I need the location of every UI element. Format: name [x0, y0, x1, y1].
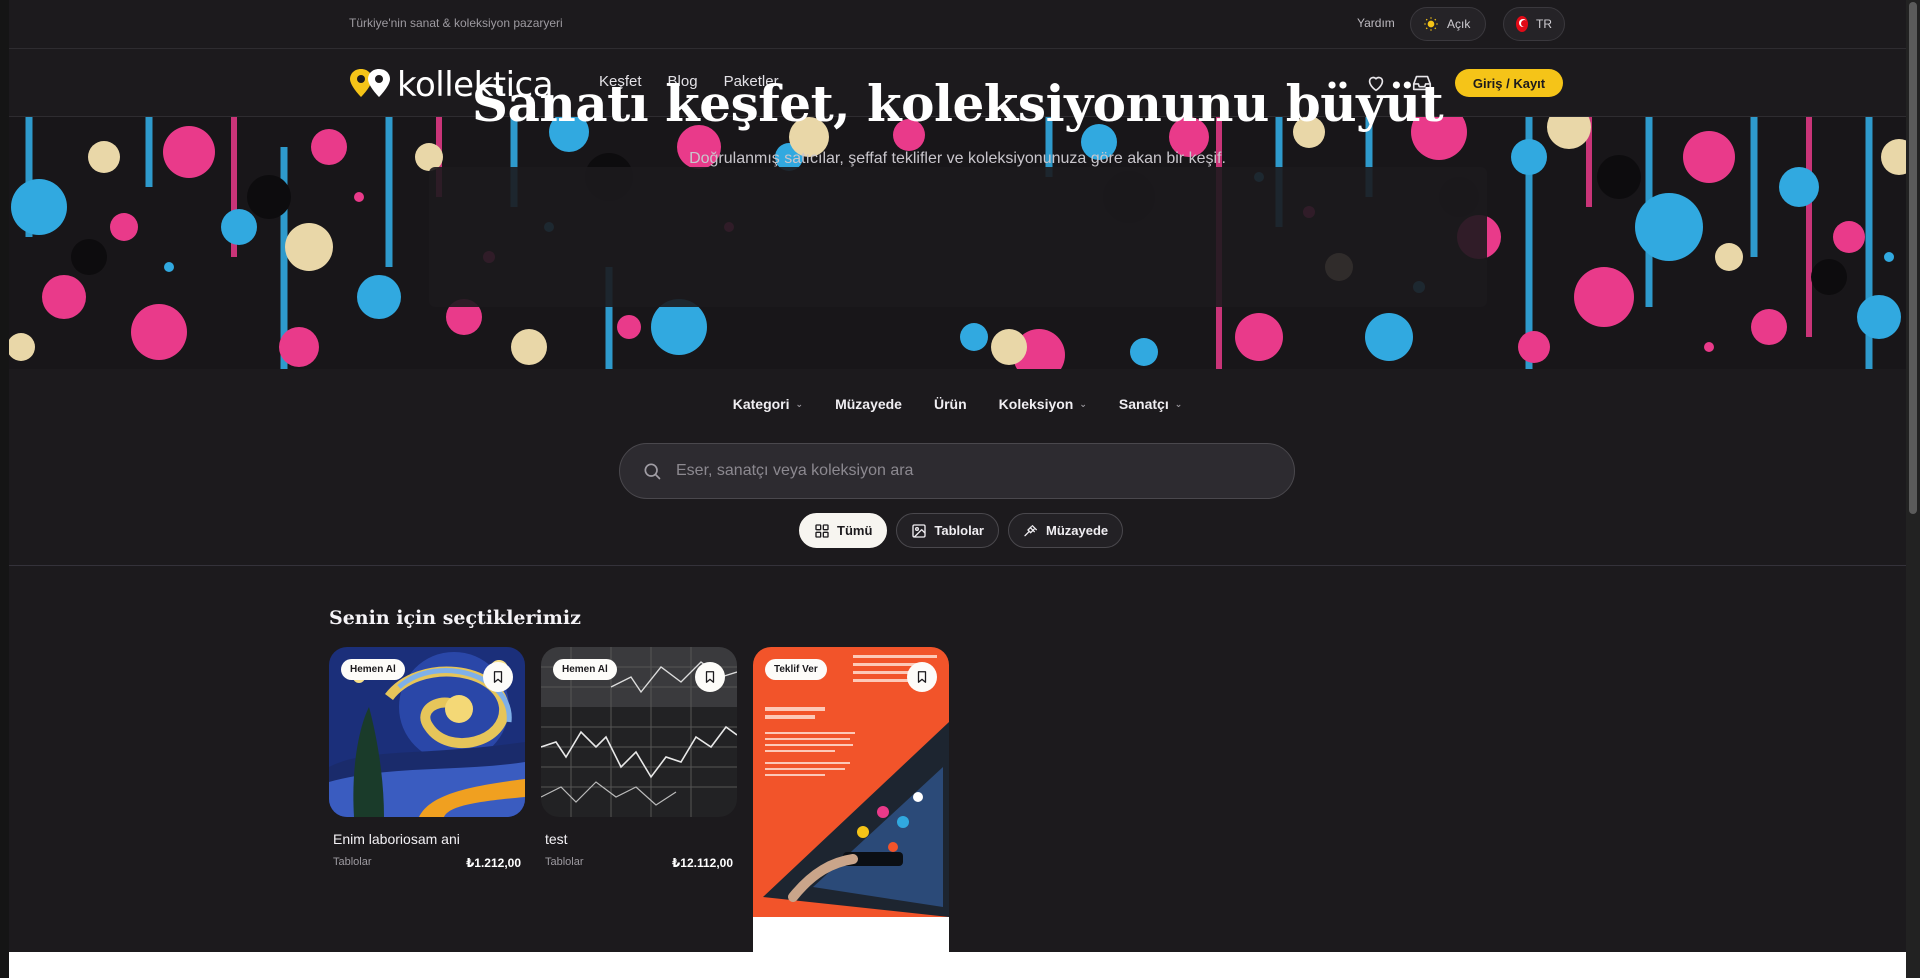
- language-button[interactable]: TR: [1503, 7, 1565, 41]
- bookmark-button[interactable]: [695, 662, 725, 692]
- top-utility-bar: Türkiye'nin sanat & koleksiyon pazaryeri…: [9, 0, 1906, 49]
- product-category: Tablolar: [333, 856, 372, 868]
- search-icon: [644, 463, 661, 480]
- chevron-down-icon: ⌄: [795, 398, 804, 409]
- chip-paintings-label: Tablolar: [934, 523, 984, 538]
- tab-sanatci-label: Sanatçı: [1118, 396, 1169, 412]
- product-category: Tablolar: [545, 856, 584, 868]
- artwork-thumbnail: [753, 647, 949, 952]
- sun-icon: [1424, 17, 1438, 31]
- theme-toggle-button[interactable]: Açık: [1410, 7, 1486, 41]
- scrollbar-thumb[interactable]: [1909, 2, 1917, 514]
- chevron-down-icon: ⌄: [1079, 398, 1087, 409]
- product-card[interactable]: Teklif Ver: [753, 647, 949, 952]
- image-icon: [912, 523, 927, 538]
- chip-paintings[interactable]: Tablolar: [896, 513, 999, 548]
- product-title[interactable]: test: [541, 831, 737, 847]
- turkish-flag-icon: [1516, 16, 1528, 32]
- product-card[interactable]: Hemen Al Enim laboriosam ani Tablolar ₺1…: [329, 647, 525, 870]
- gavel-icon: [1024, 524, 1037, 536]
- tab-kategori-label: Kategori: [732, 396, 790, 412]
- product-price: ₺12.112,00: [671, 856, 733, 870]
- product-card[interactable]: Hemen Al test Tablolar ₺12.112,00: [541, 647, 737, 870]
- tab-muzayede[interactable]: Müzayede: [835, 396, 902, 412]
- tab-koleksiyon[interactable]: Koleksiyon ⌄: [999, 396, 1087, 412]
- theme-label: Açık: [1447, 17, 1471, 31]
- site-tagline: Türkiye'nin sanat & koleksiyon pazaryeri: [349, 16, 563, 30]
- buy-now-badge: Hemen Al: [341, 659, 405, 680]
- product-title[interactable]: Enim laboriosam ani: [329, 831, 525, 847]
- tab-koleksiyon-label: Koleksiyon: [998, 396, 1074, 412]
- bookmark-button[interactable]: [483, 662, 513, 692]
- bookmark-icon: [493, 671, 503, 683]
- hero-title: Sanatı keşfet, koleksiyonunu büyüt: [471, 74, 1444, 133]
- hero-subtitle: Doğrulanmış satıcılar, şeffaf teklifler …: [689, 150, 1226, 167]
- help-link[interactable]: Yardım: [1357, 16, 1395, 30]
- search-input[interactable]: [676, 462, 1236, 480]
- product-price: ₺1.212,00: [465, 856, 521, 870]
- page: Türkiye'nin sanat & koleksiyon pazaryeri…: [9, 0, 1906, 952]
- chevron-down-icon: ⌄: [1174, 398, 1183, 409]
- tab-urun[interactable]: Ürün: [934, 396, 967, 412]
- buy-now-badge: Hemen Al: [553, 659, 617, 680]
- chip-auction[interactable]: Müzayede: [1008, 513, 1124, 548]
- tab-muzayede-label: Müzayede: [835, 396, 902, 412]
- language-label: TR: [1536, 17, 1552, 31]
- search-bar[interactable]: [619, 443, 1295, 499]
- chip-auction-label: Müzayede: [1046, 523, 1109, 538]
- picks-section-title: Senin için seçtiklerimiz: [329, 607, 581, 629]
- section-divider: [9, 565, 1906, 566]
- tab-urun-label: Ürün: [933, 396, 967, 412]
- chip-all-label: Tümü: [837, 523, 873, 538]
- bookmark-icon: [917, 671, 927, 683]
- chip-all[interactable]: Tümü: [799, 513, 888, 548]
- category-filter-tabs: Kategori ⌄ Müzayede Ürün Koleksiyon ⌄ Sa…: [9, 396, 1906, 412]
- window-edge: [0, 0, 9, 978]
- hero-text-panel: [429, 167, 1487, 307]
- tab-sanatci[interactable]: Sanatçı ⌄: [1119, 396, 1182, 412]
- product-image-stock-chart[interactable]: Hemen Al: [541, 647, 737, 817]
- bookmark-icon: [705, 671, 715, 683]
- make-offer-badge: Teklif Ver: [765, 659, 827, 680]
- grid-icon: [815, 523, 829, 538]
- tab-kategori[interactable]: Kategori ⌄: [733, 396, 803, 412]
- product-image-social-poster[interactable]: Teklif Ver: [753, 647, 949, 952]
- product-meta: Tablolar ₺12.112,00: [541, 856, 737, 870]
- type-chips: Tümü Tablolar Müzayede: [799, 513, 1124, 548]
- bookmark-button[interactable]: [907, 662, 937, 692]
- page-scrollbar[interactable]: [1906, 0, 1920, 978]
- product-meta: Tablolar ₺1.212,00: [329, 856, 525, 870]
- product-image-starry-night[interactable]: Hemen Al: [329, 647, 525, 817]
